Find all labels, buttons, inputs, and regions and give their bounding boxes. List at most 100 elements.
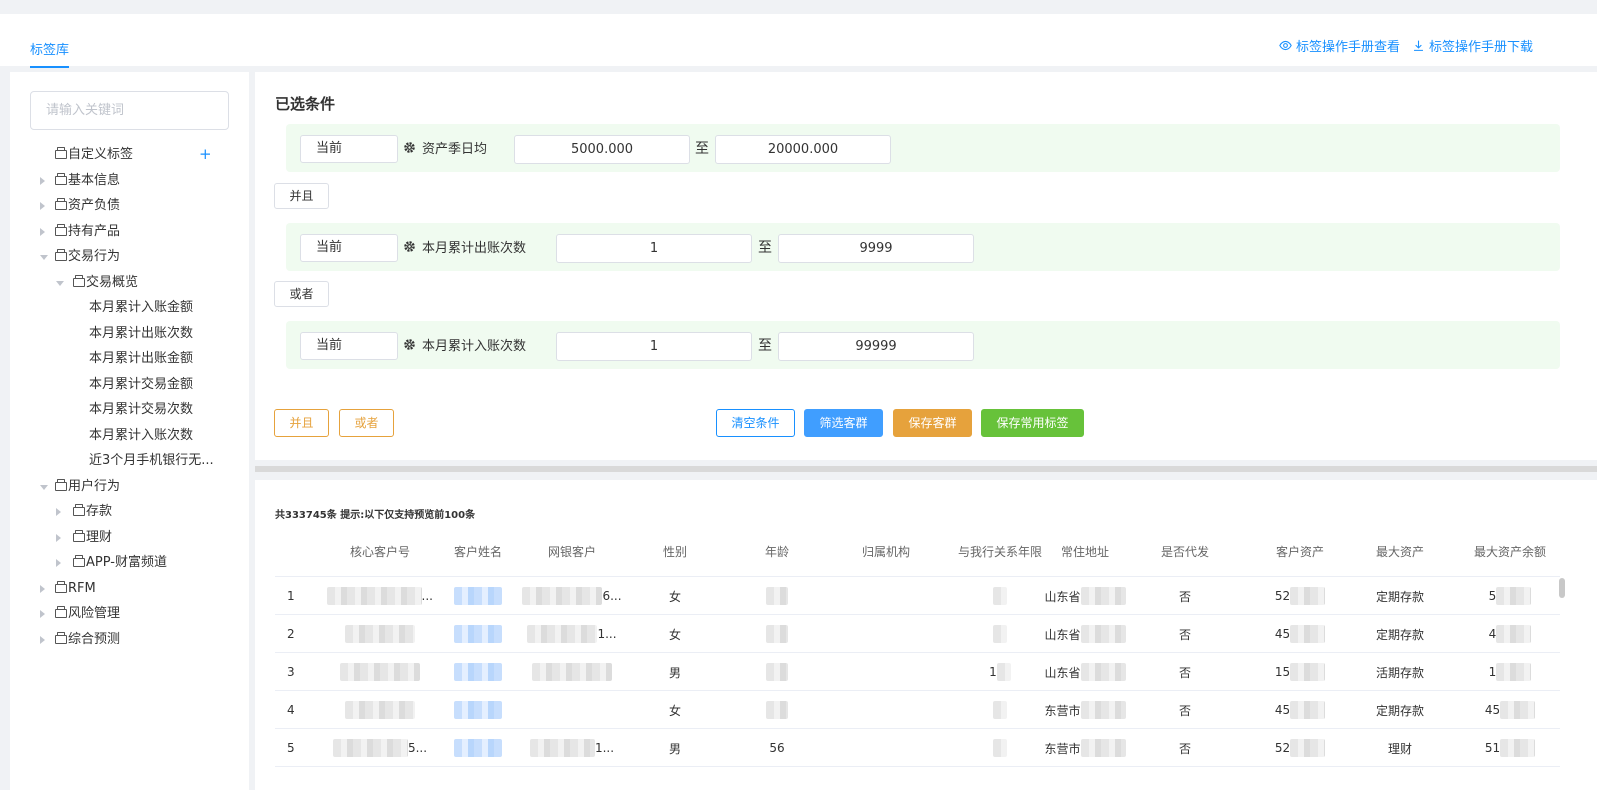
max-asset-balance: 4 bbox=[1488, 627, 1497, 641]
tree-node[interactable]: 自定义标签 + bbox=[10, 142, 249, 168]
panel-divider[interactable] bbox=[255, 466, 1597, 472]
max-asset-balance: 51 bbox=[1484, 741, 1501, 755]
column-header[interactable]: 核心客户号 bbox=[327, 528, 433, 577]
tree-node[interactable]: 持有产品 bbox=[10, 219, 249, 245]
address-cell: 山东省 bbox=[1040, 653, 1130, 691]
caret-down-icon[interactable] bbox=[40, 255, 48, 260]
table-row[interactable]: 2 1... 女 山东省 否 45 定期存款 4 bbox=[275, 615, 1560, 653]
tree-node[interactable]: 本月累计交易金额 bbox=[10, 372, 249, 398]
logic-or-button[interactable]: 或者 bbox=[274, 281, 329, 307]
column-header[interactable]: 是否代发 bbox=[1130, 528, 1240, 577]
customer-name-cell bbox=[438, 615, 518, 653]
tree-node[interactable]: 资产负债 bbox=[10, 193, 249, 219]
customer-name-cell bbox=[438, 653, 518, 691]
tree-node[interactable]: 综合预测 bbox=[10, 627, 249, 653]
gear-icon[interactable] bbox=[403, 141, 416, 154]
masked-value bbox=[1290, 625, 1326, 643]
caret-right-icon[interactable] bbox=[40, 176, 45, 185]
period-select[interactable]: 当前 bbox=[300, 332, 398, 360]
max-value-input[interactable]: 20000.000 bbox=[715, 135, 891, 164]
save-group-button[interactable]: 保存客群 bbox=[893, 409, 972, 437]
max-asset-balance: 5 bbox=[1488, 589, 1497, 603]
table-row[interactable]: 3 男 1 山东省 否 15 活期存款 1 bbox=[275, 653, 1560, 691]
tree-node[interactable]: RFM bbox=[10, 576, 249, 602]
caret-right-icon[interactable] bbox=[40, 610, 45, 618]
column-header[interactable]: 与我行关系年限 bbox=[945, 528, 1055, 577]
max-value-input[interactable]: 99999 bbox=[778, 332, 974, 361]
add-and-button[interactable]: 并且 bbox=[274, 409, 329, 437]
tree-node[interactable]: 风险管理 bbox=[10, 601, 249, 627]
column-header[interactable]: 客户资产 bbox=[1245, 528, 1355, 577]
filter-group-button[interactable]: 筛选客群 bbox=[804, 409, 883, 437]
period-select[interactable]: 当前 bbox=[300, 135, 398, 163]
gear-icon[interactable] bbox=[403, 338, 416, 351]
column-header[interactable]: 年龄 bbox=[727, 528, 827, 577]
tree-node[interactable]: 本月累计入账次数 bbox=[10, 423, 249, 449]
column-header[interactable]: 最大资产 bbox=[1350, 528, 1450, 577]
column-header[interactable]: 常住地址 bbox=[1040, 528, 1130, 577]
manual-view-link[interactable]: 标签操作手册查看 bbox=[1279, 36, 1400, 55]
column-header[interactable]: 客户姓名 bbox=[438, 528, 518, 577]
tree-node[interactable]: 交易行为 bbox=[10, 244, 249, 270]
masked-value bbox=[527, 625, 598, 643]
tree-node-label: 资产负债 bbox=[68, 198, 121, 213]
tree-node-label: 本月累计交易金额 bbox=[89, 376, 194, 392]
range-to-label: 至 bbox=[758, 338, 772, 354]
table-row[interactable]: 5 5... 1... 男 56 东营市 否 52 理财 51 bbox=[275, 729, 1560, 767]
customer-assets: 52 bbox=[1274, 741, 1291, 755]
sidebar: 自定义标签 + 基本信息资产负债持有产品交易行为交易概览本月累计入账金额本月累计出账… bbox=[10, 72, 249, 790]
caret-right-icon[interactable] bbox=[56, 559, 61, 567]
tree-node[interactable]: 用户行为 bbox=[10, 474, 249, 500]
tab-tag-library[interactable]: 标签库 bbox=[30, 39, 70, 68]
column-header[interactable]: 最大资产余额 bbox=[1460, 528, 1560, 577]
min-value-input[interactable]: 1 bbox=[556, 234, 752, 263]
gear-icon[interactable] bbox=[403, 240, 416, 253]
caret-right-icon[interactable] bbox=[56, 508, 61, 516]
table-row[interactable]: 1... 6... 女 山东省 否 52 定期存款 5 bbox=[275, 577, 1560, 615]
column-header[interactable]: 归属机构 bbox=[831, 528, 941, 577]
tree-node[interactable]: 本月累计出账次数 bbox=[10, 321, 249, 347]
caret-down-icon[interactable] bbox=[40, 484, 48, 490]
tree-node[interactable]: 基本信息 bbox=[10, 168, 249, 194]
condition-row: 当前 本月累计入账次数 1 至 99999 bbox=[286, 321, 1560, 369]
tree-node[interactable]: 近3个月手机银行无... bbox=[10, 448, 249, 474]
gender-cell: 男 bbox=[625, 653, 725, 691]
search-input[interactable] bbox=[30, 91, 229, 130]
tree-node[interactable]: 理财 bbox=[10, 525, 249, 551]
add-or-button[interactable]: 或者 bbox=[339, 409, 394, 437]
table-row[interactable]: 4 女 东营市 否 45 定期存款 45 bbox=[275, 691, 1560, 729]
add-custom-tag-icon[interactable]: + bbox=[199, 142, 212, 168]
tree-node[interactable]: 存款 bbox=[10, 499, 249, 525]
caret-right-icon[interactable] bbox=[40, 635, 45, 644]
table-scrollbar[interactable] bbox=[1559, 578, 1565, 598]
min-value-input[interactable]: 5000.000 bbox=[514, 135, 690, 164]
folder-icon bbox=[73, 529, 85, 542]
logic-and-button[interactable]: 并且 bbox=[274, 183, 329, 209]
payroll: 否 bbox=[1178, 703, 1191, 718]
caret-down-icon[interactable] bbox=[56, 280, 64, 286]
payroll-cell: 否 bbox=[1130, 615, 1240, 653]
caret-right-icon[interactable] bbox=[40, 227, 45, 236]
max-value-input[interactable]: 9999 bbox=[778, 234, 974, 263]
caret-right-icon[interactable] bbox=[40, 584, 45, 593]
caret-right-icon[interactable] bbox=[40, 202, 45, 210]
column-header[interactable]: 性别 bbox=[625, 528, 725, 577]
column-header[interactable]: 网银客户 bbox=[520, 528, 624, 577]
caret-right-icon[interactable] bbox=[56, 533, 61, 542]
tree-node[interactable]: APP-财富频道 bbox=[10, 550, 249, 576]
tree-node[interactable]: 本月累计入账金额 bbox=[10, 295, 249, 321]
period-select[interactable]: 当前 bbox=[300, 234, 398, 262]
tree-node[interactable]: 本月累计出账金额 bbox=[10, 346, 249, 372]
folder-icon bbox=[55, 172, 67, 185]
tree-node-label: 基本信息 bbox=[68, 172, 121, 188]
folder-icon bbox=[55, 147, 67, 159]
masked-value bbox=[522, 587, 603, 605]
save-common-tag-button[interactable]: 保存常用标签 bbox=[981, 409, 1084, 437]
tree-node[interactable]: 交易概览 bbox=[10, 270, 249, 296]
address-cell: 山东省 bbox=[1040, 615, 1130, 653]
gender-cell: 男 bbox=[625, 729, 725, 767]
clear-conditions-button[interactable]: 清空条件 bbox=[716, 409, 795, 437]
manual-download-link[interactable]: 标签操作手册下载 bbox=[1412, 36, 1533, 55]
min-value-input[interactable]: 1 bbox=[556, 332, 752, 361]
tree-node[interactable]: 本月累计交易次数 bbox=[10, 397, 249, 423]
